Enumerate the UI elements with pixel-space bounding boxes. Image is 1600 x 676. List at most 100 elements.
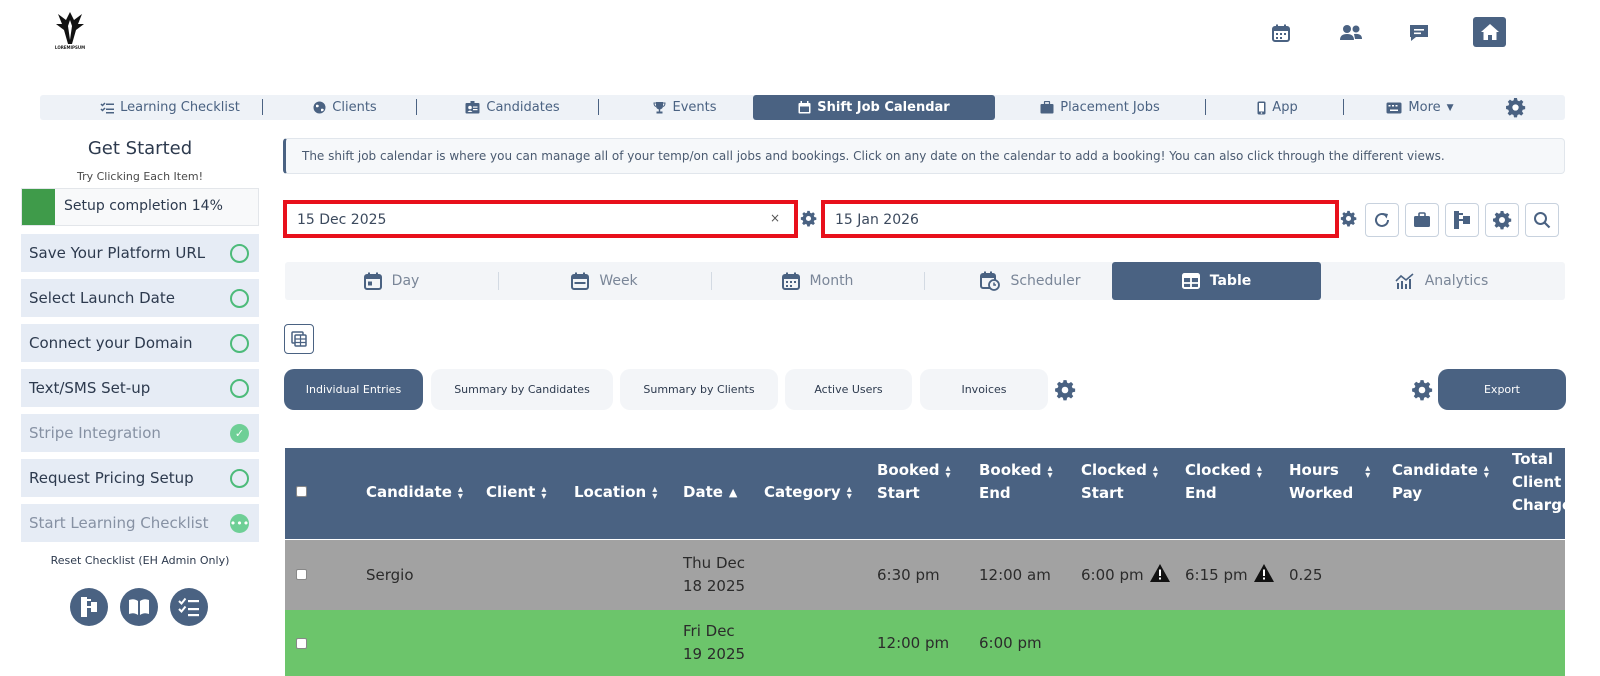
gear-icon	[1340, 210, 1357, 227]
tab-day[interactable]: Day	[285, 262, 498, 300]
subtab-invoices[interactable]: Invoices	[920, 369, 1048, 410]
ellipsis-circle-icon: •••	[230, 513, 249, 533]
setup-completion[interactable]: Setup completion 14%	[21, 188, 259, 226]
export-settings-button[interactable]	[1411, 379, 1433, 401]
start-date-input[interactable]: 15 Dec 2025 ×	[283, 200, 798, 238]
export-button[interactable]: Export	[1438, 369, 1566, 410]
step-stripe-integration[interactable]: Stripe Integration ✓	[21, 414, 259, 452]
step-text-sms-setup[interactable]: Text/SMS Set-up	[21, 369, 259, 407]
tab-scheduler[interactable]: Scheduler	[924, 262, 1137, 300]
subtab-individual-entries[interactable]: Individual Entries	[284, 369, 423, 410]
column-header-category[interactable]: Category ▴ ▾	[764, 481, 852, 504]
subtab-summary-by-clients[interactable]: Summary by Clients	[620, 369, 778, 410]
tab-table[interactable]: Table	[1112, 262, 1321, 300]
toggle-columns-button[interactable]	[284, 324, 314, 354]
nav-events[interactable]: Events	[605, 95, 765, 120]
column-header-booked-end[interactable]: Booked End ▴ ▾	[979, 459, 1053, 505]
gear-icon	[800, 210, 817, 227]
hierarchy-button[interactable]	[1445, 203, 1479, 237]
guide-book-button[interactable]	[120, 588, 158, 626]
incomplete-circle-icon	[230, 243, 249, 263]
brand-logo[interactable]: LOREMIPSUM	[48, 10, 92, 54]
gear-icon	[1506, 98, 1526, 118]
header-home-button[interactable]	[1473, 17, 1506, 47]
end-date-settings-button[interactable]	[1340, 210, 1358, 228]
calendar-day-icon	[363, 272, 382, 290]
reset-checklist-link[interactable]: Reset Checklist (EH Admin Only)	[20, 554, 260, 567]
column-header-location[interactable]: Location ▴ ▾	[574, 481, 657, 504]
header-chat-button[interactable]	[1403, 18, 1435, 48]
column-header-hours-worked[interactable]: Hours Worked ▴ ▾	[1289, 459, 1370, 505]
sort-icon: ▴ ▾	[652, 483, 658, 502]
nav-learning-checklist[interactable]: Learning Checklist	[70, 95, 270, 120]
top-navigation: Learning Checklist Clients Candidates Ev…	[40, 95, 1565, 120]
search-button[interactable]	[1525, 203, 1559, 237]
column-header-clocked-end[interactable]: Clocked End ▴ ▾	[1185, 459, 1262, 505]
warning-icon[interactable]	[1254, 564, 1275, 582]
start-date-settings-button[interactable]	[800, 210, 818, 228]
select-all-checkbox[interactable]	[296, 486, 307, 497]
incomplete-circle-icon	[230, 468, 249, 488]
header-calendar-button[interactable]	[1265, 18, 1297, 48]
sort-icon: ▴ ▾	[1483, 463, 1489, 481]
chat-icon	[1410, 25, 1428, 41]
table-row[interactable]: Fri Dec 19 2025 12:00 pm 6:00 pm	[285, 610, 1565, 676]
checklist-button[interactable]	[170, 588, 208, 626]
tab-month[interactable]: Month	[711, 262, 924, 300]
table-icon	[1181, 273, 1200, 289]
column-header-candidate[interactable]: Candidate ▴ ▾	[366, 481, 463, 504]
nav-more[interactable]: More ▼	[1350, 95, 1490, 120]
sort-icon: ▴ ▾	[1152, 463, 1158, 481]
view-tabs: Day Week Month Scheduler Table Analytics	[285, 262, 1565, 300]
setup-completion-label: Setup completion 14%	[64, 198, 223, 214]
end-date-input[interactable]: 15 Jan 2026	[821, 200, 1339, 238]
calendar-settings-button[interactable]	[1485, 203, 1519, 237]
column-header-date[interactable]: Date ▲	[683, 481, 737, 504]
sitemap-button[interactable]	[70, 588, 108, 626]
table-row[interactable]: Sergio Thu Dec 18 2025 6:30 pm 12:00 am …	[285, 540, 1565, 610]
warning-icon[interactable]	[1150, 564, 1171, 582]
jobs-button[interactable]	[1405, 203, 1439, 237]
nav-clients[interactable]: Clients	[270, 95, 420, 120]
nav-app[interactable]: App	[1210, 95, 1345, 120]
nav-shift-job-calendar[interactable]: Shift Job Calendar	[753, 95, 995, 120]
step-select-launch-date[interactable]: Select Launch Date	[21, 279, 259, 317]
column-header-client[interactable]: Client ▴ ▾	[486, 481, 546, 504]
column-header-total-client-charge[interactable]: Total Client Charge	[1512, 448, 1572, 517]
column-header-clocked-start[interactable]: Clocked Start ▴ ▾	[1081, 459, 1158, 505]
nav-settings-button[interactable]	[1505, 97, 1526, 118]
clear-date-button[interactable]: ×	[770, 211, 780, 225]
sort-icon: ▴ ▾	[945, 463, 951, 481]
calendar-icon	[798, 101, 811, 114]
check-circle-icon: ✓	[230, 423, 249, 443]
subtabs-settings-button[interactable]	[1054, 379, 1076, 401]
header-users-button[interactable]	[1335, 18, 1367, 48]
row-checkbox[interactable]	[296, 638, 307, 649]
nav-candidates[interactable]: Candidates	[420, 95, 605, 120]
step-label: Save Your Platform URL	[29, 244, 206, 262]
subtab-summary-by-candidates[interactable]: Summary by Candidates	[431, 369, 613, 410]
nav-placement-jobs[interactable]: Placement Jobs	[1000, 95, 1200, 120]
tab-analytics[interactable]: Analytics	[1335, 262, 1548, 300]
tab-week[interactable]: Week	[498, 262, 711, 300]
step-request-pricing-setup[interactable]: Request Pricing Setup	[21, 459, 259, 497]
step-label: Connect your Domain	[29, 334, 193, 352]
step-connect-domain[interactable]: Connect your Domain	[21, 324, 259, 362]
column-header-booked-start[interactable]: Booked Start ▴ ▾	[877, 459, 951, 505]
incomplete-circle-icon	[230, 333, 249, 353]
row-checkbox[interactable]	[296, 569, 307, 580]
tab-label: Table	[1209, 273, 1252, 289]
refresh-button[interactable]	[1365, 203, 1399, 237]
subtab-active-users[interactable]: Active Users	[785, 369, 912, 410]
caret-down-icon: ▼	[1446, 102, 1454, 113]
home-icon	[1480, 24, 1499, 40]
gear-icon	[1055, 380, 1076, 401]
tab-label: Month	[809, 273, 854, 289]
step-start-learning-checklist[interactable]: Start Learning Checklist •••	[21, 504, 259, 542]
get-started-title: Get Started	[87, 138, 193, 159]
id-badge-icon	[465, 101, 480, 114]
step-save-platform-url[interactable]: Save Your Platform URL	[21, 234, 259, 272]
tab-label: Analytics	[1424, 273, 1489, 289]
column-header-candidate-pay[interactable]: Candidate Pay ▴ ▾	[1392, 459, 1489, 505]
step-label: Request Pricing Setup	[29, 469, 194, 487]
